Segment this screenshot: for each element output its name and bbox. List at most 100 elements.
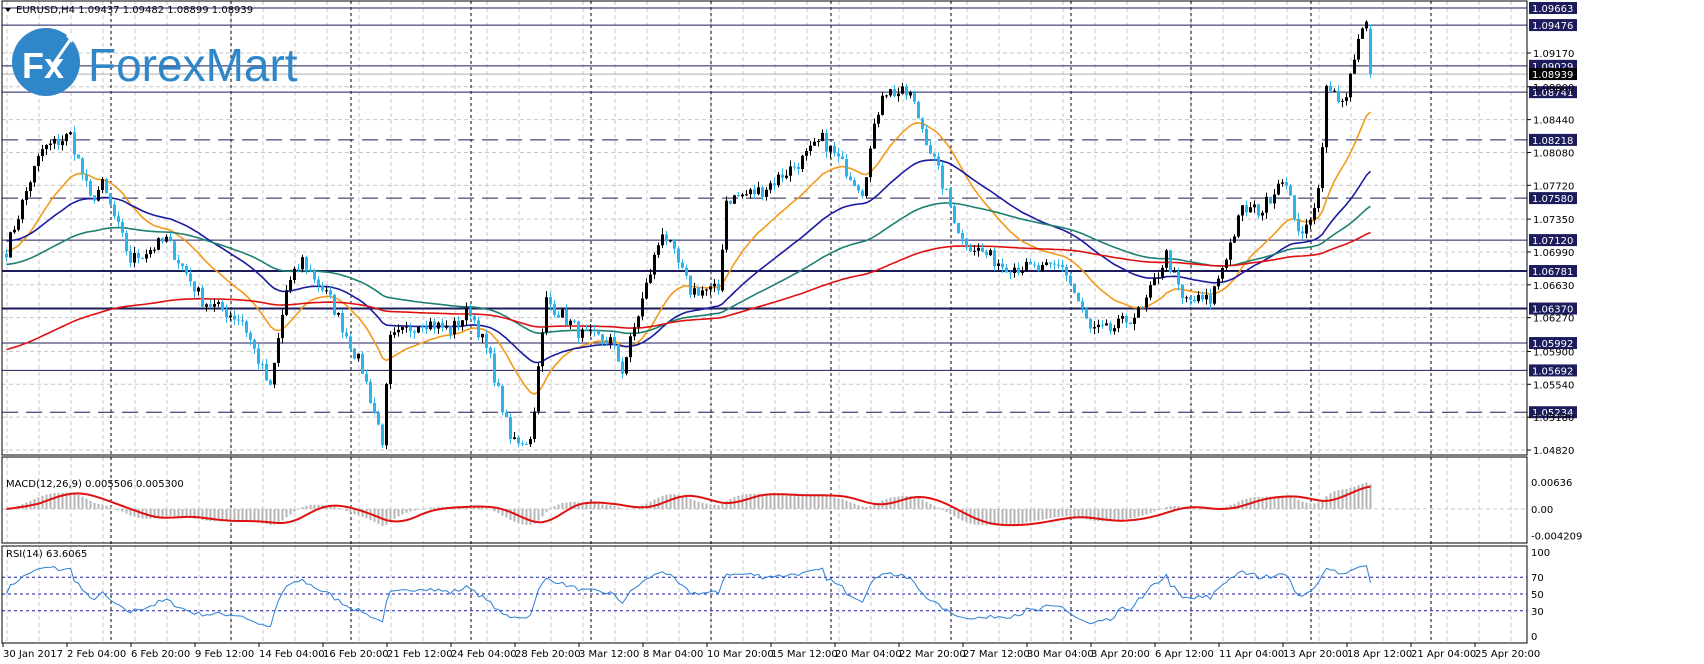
candle-body	[545, 297, 548, 333]
candle-body	[1341, 100, 1344, 102]
candle-body	[1241, 205, 1244, 216]
candle-body	[505, 412, 508, 418]
candle-body	[1357, 38, 1360, 60]
macd-label: MACD(12,26,9) 0.005506 0.005300	[6, 479, 184, 490]
candle-body	[1137, 307, 1140, 318]
macd-histogram-bar	[429, 507, 432, 509]
macd-histogram-bar	[1317, 502, 1320, 509]
macd-histogram-bar	[1065, 509, 1068, 517]
candle-body	[1089, 318, 1092, 329]
candle-body	[277, 338, 280, 363]
price-tick-label: 1.04820	[1533, 446, 1574, 457]
candle-body	[589, 329, 592, 331]
candle-body	[605, 340, 608, 344]
macd-histogram-bar	[1117, 509, 1120, 521]
macd-histogram-bar	[1073, 509, 1076, 518]
candle-body	[1133, 317, 1136, 325]
candle-body	[77, 154, 80, 159]
candle-body	[297, 268, 300, 270]
price-tick-label: 1.08800	[1533, 83, 1574, 94]
candle-body	[621, 361, 624, 374]
candle-body	[925, 129, 928, 146]
macd-histogram-bar	[825, 495, 828, 509]
macd-histogram-bar	[913, 496, 916, 509]
candle-body	[61, 141, 64, 146]
candle-body	[45, 144, 48, 150]
candle-body	[537, 366, 540, 412]
candle-body	[973, 250, 976, 252]
candle-body	[837, 153, 840, 157]
candle-body	[53, 138, 56, 144]
candle-body	[581, 329, 584, 338]
macd-histogram-bar	[1369, 484, 1372, 509]
candle-body	[533, 411, 536, 440]
candle-body	[249, 332, 252, 340]
macd-histogram-bar	[1313, 503, 1316, 509]
candle-body	[845, 158, 848, 177]
candle-body	[21, 199, 24, 220]
macd-histogram-bar	[1001, 509, 1004, 526]
trading-chart[interactable]: 1.096631.094761.090291.087411.082181.075…	[0, 0, 1704, 664]
macd-histogram-bar	[1005, 509, 1008, 526]
macd-histogram-bar	[797, 495, 800, 509]
candle-body	[1321, 147, 1324, 189]
candle-body	[301, 257, 304, 270]
candle-body	[29, 182, 32, 192]
macd-histogram-bar	[765, 494, 768, 509]
macd-histogram-bar	[125, 509, 128, 514]
candle-body	[9, 232, 12, 258]
macd-histogram-bar	[1137, 509, 1140, 517]
candle-body	[673, 240, 676, 249]
candle-body	[969, 247, 972, 252]
macd-histogram-bar	[1013, 509, 1016, 525]
candle-body	[1225, 259, 1228, 268]
candle-body	[1249, 207, 1252, 213]
candle-body	[929, 145, 932, 154]
symbol-header[interactable]: EURUSD,H4 1.09437 1.09482 1.08899 1.0893…	[5, 5, 253, 16]
candle-body	[261, 363, 264, 365]
candle-body	[1017, 267, 1020, 273]
macd-histogram-bar	[161, 509, 164, 518]
candle-body	[665, 234, 668, 242]
candle-body	[797, 166, 800, 169]
candle-body	[901, 86, 904, 94]
price-tick-label: 1.07350	[1533, 215, 1574, 226]
macd-histogram-bar	[929, 503, 932, 509]
candle-body	[525, 444, 528, 446]
candle-body	[821, 132, 824, 142]
candle-body	[65, 134, 68, 142]
candle-body	[225, 310, 228, 318]
candle-body	[361, 353, 364, 374]
candle-body	[1229, 242, 1232, 260]
macd-histogram-bar	[165, 509, 168, 517]
macd-histogram-bar	[769, 494, 772, 509]
candle-body	[389, 334, 392, 385]
macd-histogram-bar	[941, 509, 944, 510]
macd-histogram-bar	[149, 509, 152, 519]
candle-body	[869, 148, 872, 178]
time-tick-label: 10 Mar 20:00	[707, 649, 774, 660]
candle-body	[945, 188, 948, 190]
candle-body	[881, 95, 884, 115]
candle-body	[497, 382, 500, 386]
candle-body	[469, 308, 472, 316]
candle-body	[529, 439, 532, 445]
candle-body	[625, 357, 628, 374]
candle-body	[697, 288, 700, 296]
macd-histogram-bar	[853, 503, 856, 509]
time-tick-label: 30 Jan 2017	[3, 649, 63, 660]
macd-histogram-bar	[405, 509, 408, 513]
candle-body	[1161, 267, 1164, 278]
time-tick-label: 14 Feb 04:00	[259, 649, 325, 660]
candle-body	[1265, 196, 1268, 213]
macd-histogram-bar	[561, 502, 564, 509]
macd-histogram-bar	[421, 508, 424, 510]
candle-body	[269, 380, 272, 385]
candle-body	[1369, 28, 1372, 75]
candle-body	[25, 191, 28, 200]
candle-body	[677, 248, 680, 263]
macd-histogram-bar	[697, 501, 700, 509]
macd-histogram-bar	[981, 509, 984, 526]
price-level-value: 1.09663	[1532, 4, 1573, 15]
macd-histogram-bar	[689, 498, 692, 509]
